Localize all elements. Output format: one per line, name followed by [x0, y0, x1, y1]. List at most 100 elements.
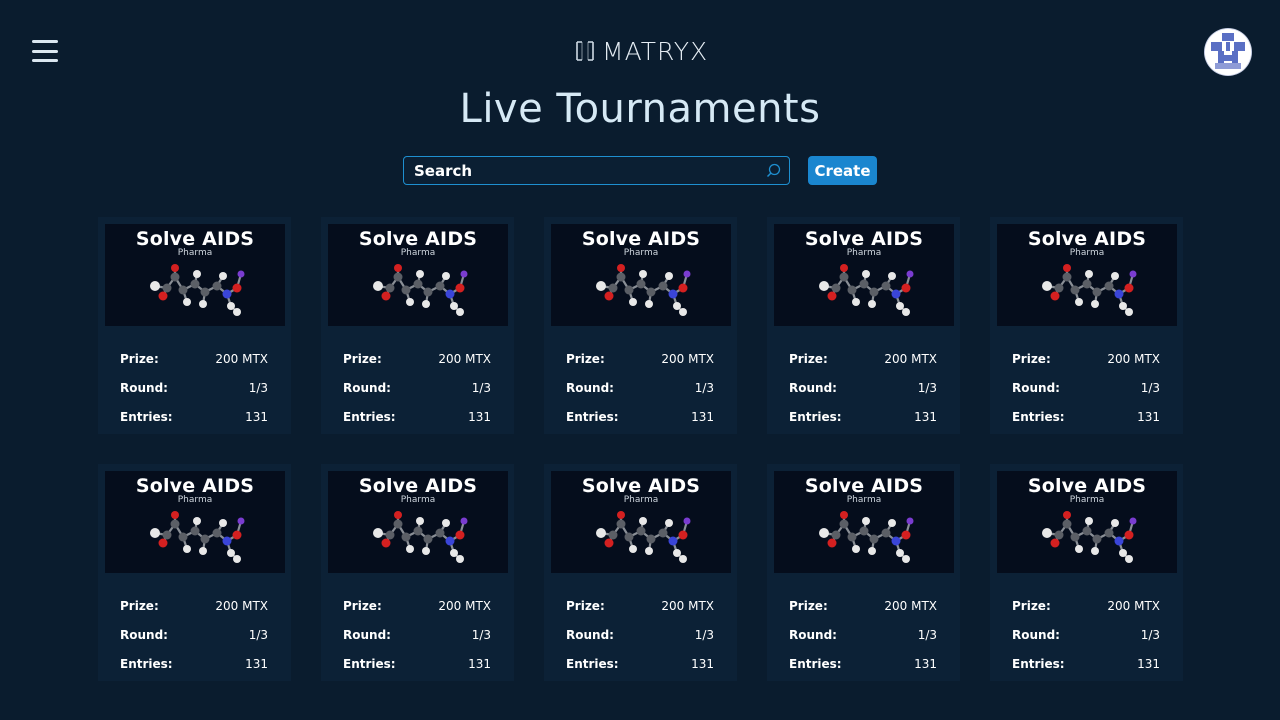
round-value: 1/3: [694, 627, 714, 642]
round-label: Round:: [120, 380, 168, 395]
search-icon[interactable]: [766, 163, 781, 178]
round-value: 1/3: [471, 627, 491, 642]
tournament-stats: Prize: 200 MTX Round: 1/3 Entries: 131: [997, 326, 1176, 431]
entries-value: 131: [1137, 409, 1160, 424]
tournament-category: Pharma: [1069, 495, 1105, 505]
round-label: Round:: [789, 627, 837, 642]
prize-label: Prize:: [1012, 351, 1051, 366]
tournament-title: Solve AIDS: [135, 475, 255, 497]
tournament-card[interactable]: Solve AIDS Pharma Prize: 200 MTX Round: …: [990, 464, 1183, 681]
entries-label: Entries:: [1012, 656, 1065, 671]
entries-row: Entries: 131: [120, 402, 268, 431]
round-value: 1/3: [917, 380, 937, 395]
user-avatar-icon[interactable]: [1205, 29, 1251, 75]
entries-value: 131: [914, 656, 937, 671]
tournament-category: Pharma: [400, 248, 436, 258]
prize-label: Prize:: [789, 598, 828, 613]
entries-value: 131: [468, 409, 491, 424]
create-button[interactable]: Create: [808, 156, 877, 185]
round-row: Round: 1/3: [120, 620, 268, 649]
tournament-title: Solve AIDS: [1027, 475, 1147, 497]
tournament-category: Pharma: [177, 495, 213, 505]
tournament-image: Solve AIDS Pharma: [105, 471, 285, 573]
tournament-category: Pharma: [1069, 248, 1105, 258]
round-value: 1/3: [1140, 627, 1160, 642]
tournament-image: Solve AIDS Pharma: [105, 224, 285, 326]
tournament-grid: Solve AIDS Pharma Prize: 200 MTX Round: …: [98, 217, 1183, 681]
entries-row: Entries: 131: [343, 649, 491, 678]
entries-label: Entries:: [343, 409, 396, 424]
entries-row: Entries: 131: [1012, 402, 1160, 431]
prize-row: Prize: 200 MTX: [1012, 591, 1160, 620]
tournament-card[interactable]: Solve AIDS Pharma Prize: 200 MTX Round: …: [767, 464, 960, 681]
prize-value: 200 MTX: [1107, 351, 1160, 366]
tournament-stats: Prize: 200 MTX Round: 1/3 Entries: 131: [774, 326, 953, 431]
tournament-card[interactable]: Solve AIDS Pharma Prize: 200 MTX Round: …: [321, 217, 514, 434]
entries-row: Entries: 131: [789, 649, 937, 678]
entries-value: 131: [691, 409, 714, 424]
search-input[interactable]: [404, 157, 744, 184]
round-label: Round:: [566, 380, 614, 395]
tournament-card[interactable]: Solve AIDS Pharma Prize: 200 MTX Round: …: [544, 464, 737, 681]
hamburger-menu-icon[interactable]: [32, 40, 58, 62]
prize-value: 200 MTX: [661, 351, 714, 366]
tournament-title: Solve AIDS: [358, 228, 478, 250]
prize-value: 200 MTX: [1107, 598, 1160, 613]
entries-row: Entries: 131: [566, 649, 714, 678]
tournament-category: Pharma: [177, 248, 213, 258]
tournament-stats: Prize: 200 MTX Round: 1/3 Entries: 131: [328, 573, 507, 678]
tournament-category: Pharma: [846, 495, 882, 505]
tournament-image: Solve AIDS Pharma: [328, 471, 508, 573]
entries-row: Entries: 131: [789, 402, 937, 431]
tournament-card[interactable]: Solve AIDS Pharma Prize: 200 MTX Round: …: [98, 464, 291, 681]
entries-row: Entries: 131: [343, 402, 491, 431]
entries-label: Entries:: [566, 656, 619, 671]
round-row: Round: 1/3: [343, 620, 491, 649]
tournament-title: Solve AIDS: [135, 228, 255, 250]
tournament-card[interactable]: Solve AIDS Pharma Prize: 200 MTX Round: …: [321, 464, 514, 681]
entries-label: Entries:: [120, 409, 173, 424]
prize-value: 200 MTX: [661, 598, 714, 613]
entries-value: 131: [468, 656, 491, 671]
tournament-category: Pharma: [623, 248, 659, 258]
prize-value: 200 MTX: [884, 351, 937, 366]
molecule-icon: [373, 264, 468, 316]
round-value: 1/3: [471, 380, 491, 395]
prize-label: Prize:: [566, 351, 605, 366]
prize-label: Prize:: [789, 351, 828, 366]
tournament-image: Solve AIDS Pharma: [997, 471, 1177, 573]
round-row: Round: 1/3: [566, 373, 714, 402]
tournament-stats: Prize: 200 MTX Round: 1/3 Entries: 131: [551, 326, 730, 431]
entries-label: Entries:: [343, 656, 396, 671]
entries-label: Entries:: [120, 656, 173, 671]
tournament-stats: Prize: 200 MTX Round: 1/3 Entries: 131: [774, 573, 953, 678]
prize-label: Prize:: [343, 598, 382, 613]
molecule-icon: [819, 264, 914, 316]
molecule-icon: [1042, 264, 1137, 316]
round-label: Round:: [120, 627, 168, 642]
entries-row: Entries: 131: [120, 649, 268, 678]
search-box[interactable]: [403, 156, 790, 185]
tournament-card[interactable]: Solve AIDS Pharma Prize: 200 MTX Round: …: [544, 217, 737, 434]
molecule-icon: [150, 511, 245, 563]
round-row: Round: 1/3: [120, 373, 268, 402]
prize-value: 200 MTX: [438, 598, 491, 613]
tournament-stats: Prize: 200 MTX Round: 1/3 Entries: 131: [997, 573, 1176, 678]
tournament-category: Pharma: [846, 248, 882, 258]
round-value: 1/3: [1140, 380, 1160, 395]
entries-label: Entries:: [789, 409, 842, 424]
prize-value: 200 MTX: [438, 351, 491, 366]
tournament-card[interactable]: Solve AIDS Pharma Prize: 200 MTX Round: …: [98, 217, 291, 434]
tournament-title: Solve AIDS: [804, 228, 924, 250]
tournament-stats: Prize: 200 MTX Round: 1/3 Entries: 131: [551, 573, 730, 678]
round-label: Round:: [789, 380, 837, 395]
prize-row: Prize: 200 MTX: [120, 344, 268, 373]
prize-row: Prize: 200 MTX: [343, 344, 491, 373]
tournament-card[interactable]: Solve AIDS Pharma Prize: 200 MTX Round: …: [767, 217, 960, 434]
round-value: 1/3: [248, 380, 268, 395]
molecule-icon: [373, 511, 468, 563]
round-value: 1/3: [917, 627, 937, 642]
tournament-card[interactable]: Solve AIDS Pharma Prize: 200 MTX Round: …: [990, 217, 1183, 434]
tournament-category: Pharma: [623, 495, 659, 505]
round-label: Round:: [1012, 627, 1060, 642]
